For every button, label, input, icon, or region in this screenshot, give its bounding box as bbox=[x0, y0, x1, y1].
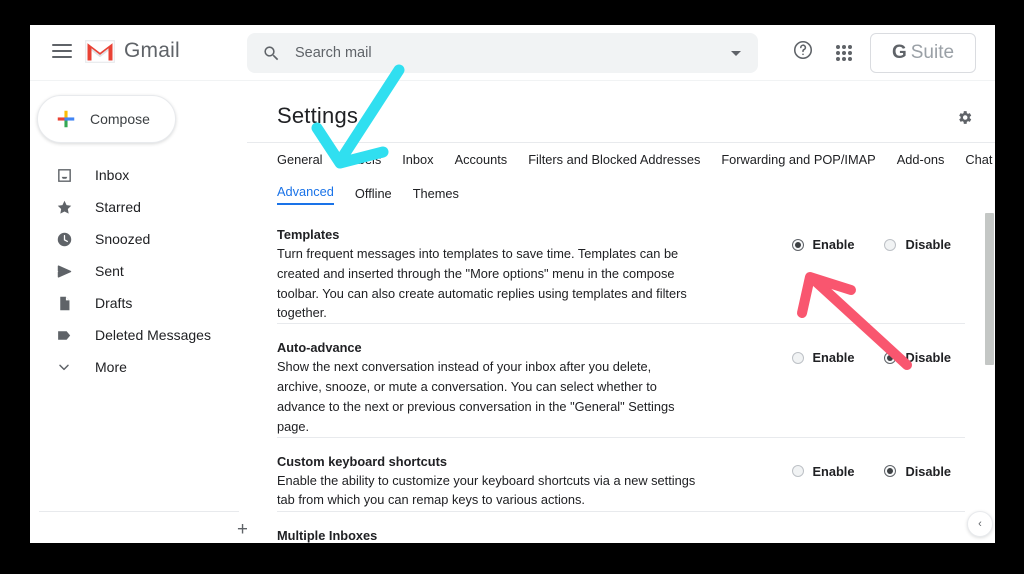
search-icon bbox=[247, 44, 295, 63]
plus-icon bbox=[57, 110, 75, 128]
gmail-m-icon bbox=[85, 39, 115, 63]
radio-label: Enable bbox=[812, 350, 855, 366]
star-icon bbox=[55, 198, 73, 216]
sidebar-item-label: Sent bbox=[95, 263, 124, 279]
compose-button[interactable]: Compose bbox=[37, 95, 176, 143]
sidebar-item-inbox[interactable]: Inbox bbox=[30, 159, 247, 191]
sidebar-nav-list: Inbox Starred Snoozed Sent Drafts Delete… bbox=[30, 159, 247, 383]
settings-tabs-row-1: General Labels Inbox Accounts Filters an… bbox=[247, 143, 995, 171]
setting-radio-group: Enable Disable bbox=[791, 237, 951, 252]
radio-enable[interactable]: Enable bbox=[791, 463, 855, 479]
gsuite-g-letter: G bbox=[891, 42, 907, 63]
search-input[interactable] bbox=[295, 45, 714, 61]
main-menu-icon[interactable] bbox=[52, 44, 72, 60]
tab-labels[interactable]: Labels bbox=[344, 152, 382, 171]
tab-chat[interactable]: Chat bbox=[965, 152, 992, 171]
radio-label: Disable bbox=[905, 463, 951, 479]
settings-tabs: General Labels Inbox Accounts Filters an… bbox=[247, 143, 995, 205]
label-icon bbox=[55, 326, 73, 344]
tab-themes[interactable]: Themes bbox=[413, 186, 459, 205]
setting-row-templates: Templates Turn frequent messages into te… bbox=[277, 211, 965, 325]
draft-icon bbox=[55, 294, 73, 312]
settings-list: Templates Turn frequent messages into te… bbox=[247, 211, 995, 543]
search-bar[interactable] bbox=[247, 33, 758, 73]
sidebar-item-drafts[interactable]: Drafts bbox=[30, 287, 247, 319]
sidebar-item-snoozed[interactable]: Snoozed bbox=[30, 223, 247, 255]
setting-description: Turn frequent messages into templates to… bbox=[277, 246, 687, 321]
tab-offline[interactable]: Offline bbox=[355, 186, 392, 205]
gsuite-label: Suite bbox=[910, 42, 955, 63]
setting-radio-group: Enable Disable bbox=[791, 463, 951, 479]
radio-dot-icon bbox=[791, 238, 804, 251]
sidebar-item-sent[interactable]: Sent bbox=[30, 255, 247, 287]
settings-main-panel: Settings General Labels Inbox Accounts F… bbox=[247, 81, 995, 543]
tab-add-ons[interactable]: Add-ons bbox=[897, 152, 945, 171]
radio-dot-icon bbox=[791, 351, 804, 364]
radio-label: Disable bbox=[905, 237, 951, 252]
radio-dot-icon bbox=[791, 465, 804, 478]
gsuite-button[interactable]: G Suite bbox=[870, 33, 976, 73]
setting-text: Templates Turn frequent messages into te… bbox=[277, 227, 697, 323]
inbox-icon bbox=[55, 166, 73, 184]
radio-disable[interactable]: Disable bbox=[884, 464, 951, 479]
setting-title: Templates bbox=[277, 227, 340, 242]
tab-forwarding-and-pop-imap[interactable]: Forwarding and POP/IMAP bbox=[721, 152, 875, 171]
settings-scrollbar-thumb[interactable] bbox=[985, 213, 994, 365]
setting-row-custom-keyboard-shortcuts: Custom keyboard shortcuts Enable the abi… bbox=[277, 438, 965, 512]
help-icon[interactable] bbox=[792, 39, 820, 67]
compose-label: Compose bbox=[90, 111, 150, 127]
sidebar-item-label: More bbox=[95, 359, 127, 375]
setting-row-multiple-inboxes: Multiple Inboxes Add extra lists of emai… bbox=[277, 512, 965, 543]
chevron-down-icon bbox=[55, 358, 73, 376]
send-icon bbox=[55, 262, 73, 280]
sidebar-item-label: Inbox bbox=[95, 167, 130, 183]
settings-tabs-row-2: Advanced Offline Themes bbox=[247, 177, 995, 205]
google-apps-icon[interactable] bbox=[830, 39, 858, 67]
sidebar-item-starred[interactable]: Starred bbox=[30, 191, 247, 223]
setting-text: Custom keyboard shortcuts Enable the abi… bbox=[277, 454, 697, 511]
tab-filters-and-blocked-addresses[interactable]: Filters and Blocked Addresses bbox=[528, 152, 700, 171]
sidebar: Compose Inbox Starred Snoozed Sent Draft… bbox=[30, 81, 248, 543]
screenshot-frame: Gmail G Suite bbox=[0, 0, 1024, 574]
sidebar-item-deleted-messages[interactable]: Deleted Messages bbox=[30, 319, 247, 351]
search-options-chevron-down-icon[interactable] bbox=[714, 50, 758, 56]
sidebar-item-label: Drafts bbox=[95, 295, 133, 311]
radio-disable[interactable]: Disable bbox=[884, 237, 951, 252]
radio-dot-icon bbox=[884, 465, 897, 478]
chat-section-divider bbox=[39, 511, 239, 512]
radio-enable[interactable]: Enable bbox=[791, 237, 855, 252]
tab-inbox[interactable]: Inbox bbox=[402, 152, 433, 171]
tab-accounts[interactable]: Accounts bbox=[455, 152, 508, 171]
setting-text: Auto-advance Show the next conversation … bbox=[277, 340, 697, 436]
setting-description: Show the next conversation instead of yo… bbox=[277, 359, 675, 434]
setting-title: Custom keyboard shortcuts bbox=[277, 453, 447, 469]
gmail-logo[interactable]: Gmail bbox=[85, 39, 180, 63]
sidebar-item-more[interactable]: More bbox=[30, 351, 247, 383]
radio-label: Disable bbox=[905, 350, 951, 366]
setting-radio-group: Enable Disable bbox=[791, 350, 951, 366]
radio-label: Enable bbox=[812, 463, 855, 479]
tab-general[interactable]: General bbox=[277, 152, 323, 171]
radio-enable[interactable]: Enable bbox=[791, 350, 855, 366]
setting-row-auto-advance: Auto-advance Show the next conversation … bbox=[277, 324, 965, 438]
gmail-wordmark: Gmail bbox=[124, 39, 180, 62]
setting-text: Multiple Inboxes Add extra lists of emai… bbox=[277, 528, 697, 543]
radio-dot-icon bbox=[884, 238, 897, 251]
collapse-panel-chevron-left-icon[interactable]: ‹ bbox=[967, 511, 993, 537]
setting-title: Auto-advance bbox=[277, 340, 362, 356]
page-title: Settings bbox=[277, 103, 359, 128]
radio-label: Enable bbox=[812, 237, 855, 252]
radio-dot-icon bbox=[884, 351, 897, 364]
gmail-app-window: Gmail G Suite bbox=[30, 25, 995, 543]
setting-description: Enable the ability to customize your key… bbox=[277, 472, 696, 508]
radio-disable[interactable]: Disable bbox=[884, 350, 951, 365]
setting-title: Multiple Inboxes bbox=[277, 527, 378, 543]
sidebar-item-label: Starred bbox=[95, 199, 141, 215]
sidebar-item-label: Snoozed bbox=[95, 231, 151, 247]
tab-advanced[interactable]: Advanced bbox=[277, 184, 334, 205]
sidebar-item-label: Deleted Messages bbox=[95, 327, 211, 343]
gear-icon[interactable] bbox=[956, 109, 973, 131]
top-bar: Gmail G Suite bbox=[30, 25, 995, 81]
clock-icon bbox=[55, 230, 73, 248]
